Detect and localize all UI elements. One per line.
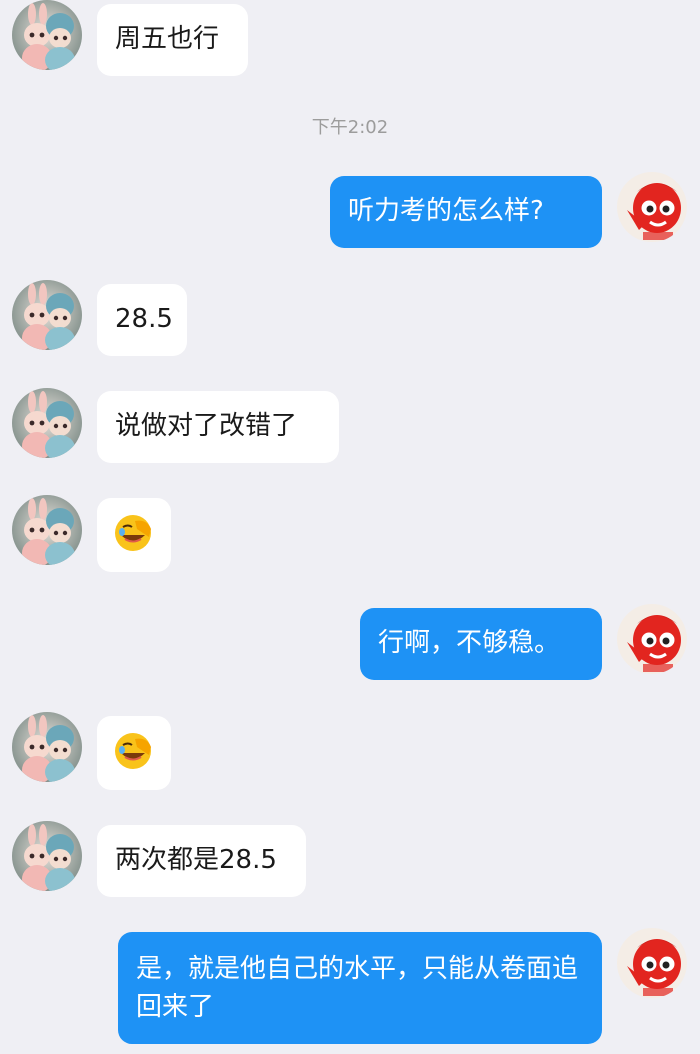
message-text: 行啊，不够稳。 xyxy=(378,628,561,658)
bunny-couple-avatar-icon[interactable] xyxy=(12,821,82,891)
bunny-couple-avatar-icon[interactable] xyxy=(12,712,82,782)
message-bubble[interactable]: 两次都是28.5 xyxy=(97,825,306,897)
message-bubble[interactable]: 28.5 xyxy=(97,284,187,356)
message-text: 是，就是他自己的水平，只能从卷面追回来了 xyxy=(136,954,579,1022)
message-text: 听力考的怎么样? xyxy=(348,196,544,226)
message-bubble[interactable]: 听力考的怎么样? xyxy=(330,176,602,248)
message-bubble[interactable]: 行啊，不够稳。 xyxy=(360,608,602,680)
red-mascot-avatar-icon[interactable] xyxy=(617,604,687,674)
red-mascot-avatar-icon[interactable] xyxy=(617,928,687,998)
message-bubble[interactable]: 说做对了改错了 xyxy=(97,391,339,463)
message-bubble[interactable]: 是，就是他自己的水平，只能从卷面追回来了 xyxy=(118,932,602,1044)
message-bubble[interactable]: 周五也行 xyxy=(97,4,248,76)
message-text: 说做对了改错了 xyxy=(115,411,298,441)
message-text: 两次都是28.5 xyxy=(115,845,277,875)
message-bubble[interactable] xyxy=(97,498,171,572)
message-text: 28.5 xyxy=(115,304,173,334)
message-bubble[interactable] xyxy=(97,716,171,790)
bunny-couple-avatar-icon[interactable] xyxy=(12,280,82,350)
bunny-couple-avatar-icon[interactable] xyxy=(12,388,82,458)
bunny-couple-avatar-icon[interactable] xyxy=(12,495,82,565)
red-mascot-avatar-icon[interactable] xyxy=(617,172,687,242)
timestamp: 下午2:02 xyxy=(311,117,389,138)
bunny-couple-avatar-icon[interactable] xyxy=(12,0,82,70)
message-text: 周五也行 xyxy=(115,24,220,54)
facepalm-tear-emoji-icon xyxy=(113,731,153,771)
facepalm-tear-emoji-icon xyxy=(113,513,153,553)
